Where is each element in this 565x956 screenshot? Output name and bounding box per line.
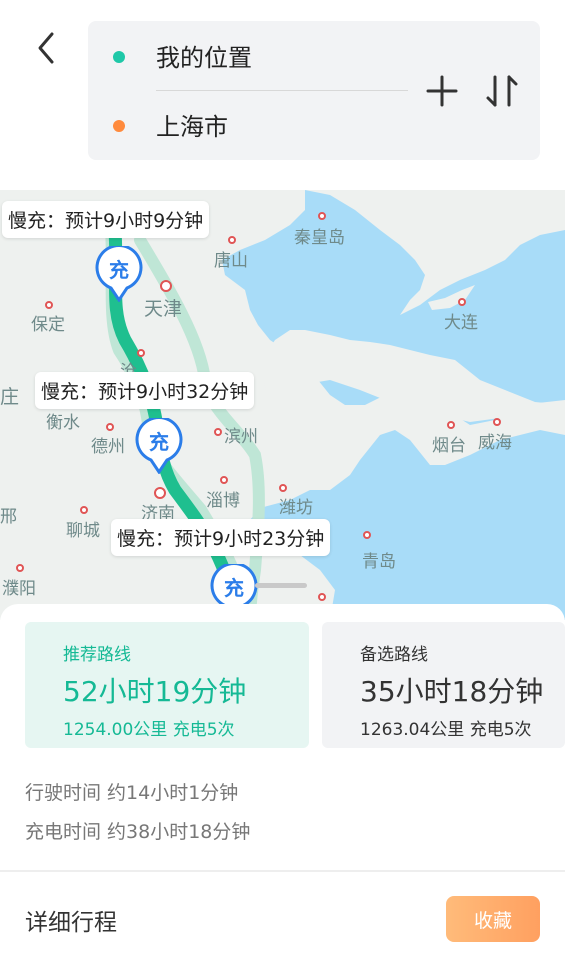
city-label: 邢 [0, 507, 17, 527]
back-arrow-icon[interactable] [30, 28, 66, 68]
charge-time-bubble: 慢充：预计9小时9分钟 [2, 201, 210, 238]
charge-time-bubble: 慢充：预计9小时23分钟 [111, 519, 331, 556]
origin-field[interactable]: 我的位置 [88, 26, 418, 86]
destination-field[interactable]: 上海市 [88, 95, 418, 155]
charge-marker-icon[interactable]: 充 [134, 418, 184, 474]
favorite-button[interactable]: 收藏 [446, 896, 540, 942]
city-label: 威海 [478, 433, 512, 453]
city-label: 衡水 [46, 413, 80, 433]
charge-time-text: 充电时间 约38小时18分钟 [25, 821, 251, 843]
route-input-card: 我的位置 上海市 [88, 21, 540, 160]
city-label: 庄 [0, 386, 20, 408]
city-label: 天津 [144, 298, 183, 320]
route-label: 备选路线 [360, 645, 428, 665]
destination-dot-icon [113, 120, 125, 132]
route-summary-sheet: 推荐路线 52小时19分钟 1254.00公里 充电5次 备选路线 35小时18… [0, 604, 565, 956]
route-time: 35小时18分钟 [360, 675, 544, 708]
city-label: 聊城 [66, 521, 100, 541]
route-card-alternate[interactable]: 备选路线 35小时18分钟 1263.04公里 充电5次 [322, 622, 565, 748]
detail-itinerary-link[interactable]: 详细行程 [25, 903, 117, 937]
route-card-primary[interactable]: 推荐路线 52小时19分钟 1254.00公里 充电5次 [25, 622, 309, 748]
swap-icon[interactable] [482, 73, 522, 109]
route-summary: 1263.04公里 充电5次 [360, 720, 532, 740]
header: 我的位置 上海市 [0, 0, 565, 190]
route-map[interactable]: 秦皇岛 唐山 天津 保定 大连 沧 庄 衡水 德州 滨州 烟台 威海 淄博 潍坊… [0, 190, 565, 620]
city-label: 濮阳 [2, 579, 36, 599]
drive-time-text: 行驶时间 约14小时1分钟 [25, 782, 239, 804]
charge-marker-icon[interactable]: 充 [94, 246, 144, 302]
city-label: 唐山 [214, 251, 248, 271]
plus-icon[interactable] [424, 73, 460, 109]
city-label: 淄博 [206, 491, 240, 511]
destination-text: 上海市 [156, 113, 228, 141]
sheet-drag-handle[interactable] [255, 583, 307, 588]
city-label: 德州 [91, 437, 125, 457]
route-label: 推荐路线 [63, 645, 131, 665]
svg-text:充: 充 [224, 576, 244, 600]
city-label: 青岛 [362, 552, 396, 572]
charge-time-bubble: 慢充：预计9小时32分钟 [35, 372, 255, 409]
city-label: 滨州 [224, 427, 258, 447]
divider [156, 90, 408, 91]
city-label: 潍坊 [279, 498, 313, 518]
route-summary: 1254.00公里 充电5次 [63, 720, 235, 740]
route-time: 52小时19分钟 [63, 675, 247, 708]
city-label: 烟台 [432, 436, 466, 456]
origin-dot-icon [113, 51, 125, 63]
city-label: 秦皇岛 [294, 228, 345, 248]
city-label: 保定 [31, 315, 65, 335]
origin-text: 我的位置 [156, 44, 252, 72]
divider [0, 870, 565, 872]
svg-text:充: 充 [149, 430, 169, 454]
svg-text:充: 充 [109, 258, 129, 282]
city-label: 大连 [444, 313, 478, 333]
